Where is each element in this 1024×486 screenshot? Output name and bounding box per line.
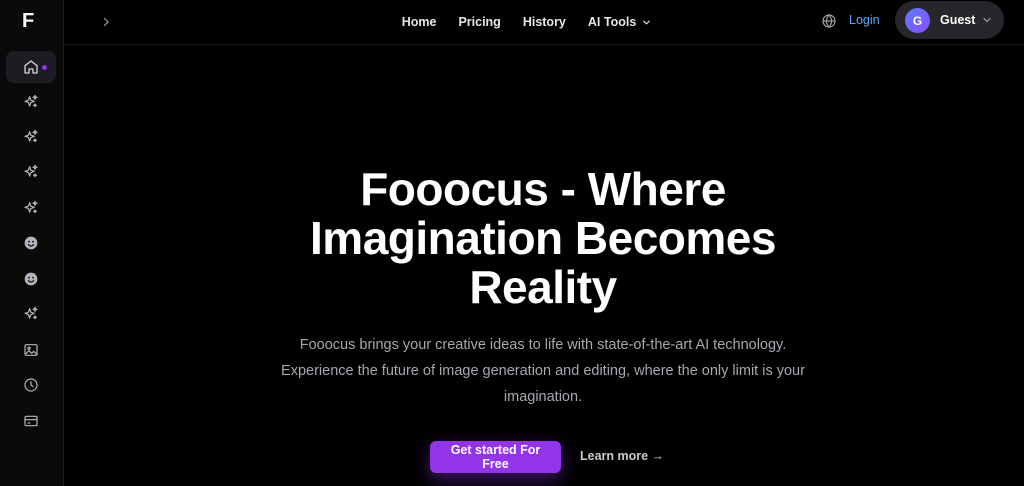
home-icon: [24, 60, 38, 74]
hero-title: Fooocus - Where Imagination Becomes Real…: [310, 163, 776, 313]
sidebar-item-billing[interactable]: [6, 405, 56, 437]
sidebar-item-images[interactable]: [6, 334, 56, 366]
sidebar-item-face-tool-1[interactable]: [6, 227, 56, 259]
sidebar-item-ai-tool-2[interactable]: [6, 121, 56, 153]
nav-ai-tools-label: AI Tools: [587, 15, 637, 29]
sparkles-icon: [24, 306, 38, 320]
sidebar-item-ai-tool-1[interactable]: [6, 86, 56, 118]
nav-history-link[interactable]: History: [523, 15, 566, 29]
chevron-down-icon: [643, 20, 651, 24]
learn-more-link[interactable]: Learn more →: [580, 449, 664, 463]
sidebar-item-home[interactable]: [6, 51, 56, 83]
sparkles-icon: [24, 164, 38, 178]
credit-card-icon: [24, 415, 38, 427]
login-link[interactable]: Login: [849, 13, 880, 27]
globe-icon[interactable]: [821, 13, 837, 29]
user-name: Guest: [940, 13, 976, 27]
sparkles-icon: [24, 129, 38, 143]
nav-pricing-link[interactable]: Pricing: [458, 15, 500, 29]
sidebar-item-ai-tool-4[interactable]: [6, 192, 56, 224]
chevron-down-icon: [983, 17, 991, 23]
hero-subtitle: Fooocus brings your creative ideas to li…: [281, 337, 805, 405]
clock-icon: [24, 378, 38, 392]
active-indicator-dot: [42, 65, 47, 70]
sidebar-item-ai-tool-5[interactable]: [6, 298, 56, 330]
sidebar: F: [0, 0, 64, 486]
smiley-icon: [24, 236, 38, 250]
app-logo[interactable]: F: [22, 10, 42, 32]
sidebar-item-history[interactable]: [6, 369, 56, 401]
avatar: G: [905, 8, 930, 33]
sparkles-icon: [24, 200, 38, 214]
sidebar-item-face-tool-2[interactable]: [6, 263, 56, 295]
smiley-icon: [24, 272, 38, 286]
sidebar-item-ai-tool-3[interactable]: [6, 156, 56, 188]
sparkles-icon: [24, 94, 38, 108]
get-started-button[interactable]: Get started For Free: [430, 441, 561, 473]
nav-ai-tools-dropdown[interactable]: AI Tools: [588, 15, 652, 29]
image-icon: [24, 344, 38, 356]
top-bar: Home Pricing History AI Tools Login G Gu…: [64, 0, 1024, 45]
nav-home-link[interactable]: Home: [402, 15, 437, 29]
user-menu-button[interactable]: G Guest: [895, 1, 1004, 39]
